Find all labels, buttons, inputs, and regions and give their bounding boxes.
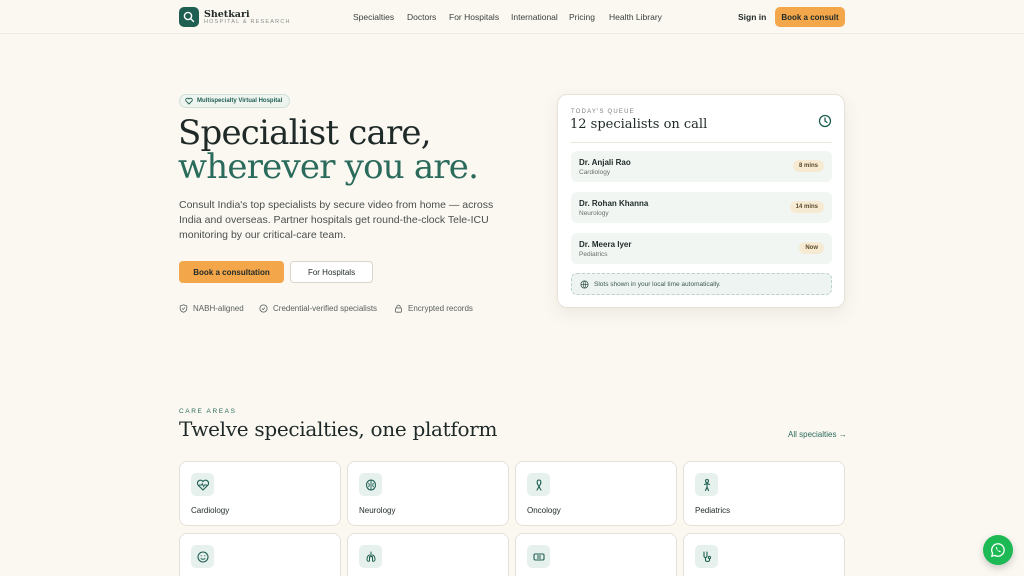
- nav-link-health-library[interactable]: Health Library: [609, 12, 662, 22]
- wait-badge: Now: [799, 242, 824, 254]
- doctor-name: Dr. Meera Iyer: [579, 240, 632, 249]
- book-consultation-button[interactable]: Book a consultation: [179, 261, 284, 283]
- doctor-specialty: Neurology: [579, 210, 609, 217]
- specialty-label: Pediatrics: [695, 506, 731, 515]
- check-circle-icon: [259, 304, 268, 313]
- lungs-icon: [359, 545, 382, 568]
- brain-icon: [359, 473, 382, 496]
- all-specialties-link[interactable]: All specialties →: [788, 430, 847, 439]
- specialty-card-7[interactable]: [515, 533, 677, 576]
- child-icon: [695, 473, 718, 496]
- whatsapp-chat-button[interactable]: [983, 535, 1013, 565]
- smile-icon: [191, 545, 214, 568]
- specialty-card-5[interactable]: [179, 533, 341, 576]
- wait-badge: 14 mins: [789, 201, 824, 213]
- book-consult-button[interactable]: Book a consult: [775, 7, 845, 27]
- doctor-specialty: Cardiology: [579, 169, 611, 176]
- doctor-name: Dr. Rohan Khanna: [579, 199, 649, 208]
- queue-divider: [570, 142, 832, 143]
- queue-note: Slots shown in your local time automatic…: [571, 273, 832, 295]
- globe-icon: [580, 280, 589, 289]
- care-title: Twelve specialties, one platform: [179, 417, 498, 441]
- heart-pulse-icon: [191, 473, 214, 496]
- logo-icon[interactable]: [179, 7, 199, 27]
- nav-link-specialties[interactable]: Specialties: [353, 12, 394, 22]
- queue-label: TODAY'S QUEUE: [571, 109, 635, 115]
- stethoscope-icon: [695, 545, 718, 568]
- nav-link-pricing[interactable]: Pricing: [569, 12, 595, 22]
- care-eyebrow: CARE AREAS: [179, 408, 237, 415]
- nav-link-doctors[interactable]: Doctors: [407, 12, 436, 22]
- specialty-card-cardiology[interactable]: Cardiology: [179, 461, 341, 526]
- bandage-icon: [527, 545, 550, 568]
- wait-badge: 8 mins: [792, 160, 824, 172]
- trust-label: Credential-verified specialists: [273, 304, 378, 313]
- brand-subtitle: HOSPITAL & RESEARCH: [204, 19, 291, 25]
- for-hospitals-button[interactable]: For Hospitals: [290, 261, 373, 283]
- lock-icon: [394, 304, 403, 313]
- hero-badge: Multispecialty Virtual Hospital: [179, 94, 291, 108]
- specialty-label: Oncology: [527, 506, 561, 515]
- specialty-card-pediatrics[interactable]: Pediatrics: [683, 461, 845, 526]
- shield-check-icon: [179, 304, 188, 313]
- heart-icon: [185, 97, 193, 105]
- specialty-card-neurology[interactable]: Neurology: [347, 461, 509, 526]
- ribbon-icon: [527, 473, 550, 496]
- nav-link-for-hospitals[interactable]: For Hospitals: [449, 12, 499, 22]
- specialty-card-oncology[interactable]: Oncology: [515, 461, 677, 526]
- trust-item-encrypted: Encrypted records: [394, 304, 473, 313]
- queue-title: 12 specialists on call: [570, 117, 708, 132]
- specialty-label: Neurology: [359, 506, 396, 515]
- queue-row[interactable]: Dr. Meera Iyer Pediatrics Now: [571, 233, 832, 264]
- queue-card: TODAY'S QUEUE 12 specialists on call Dr.…: [557, 94, 845, 308]
- hero-title-line2: wherever you are.: [178, 147, 479, 187]
- queue-row[interactable]: Dr. Anjali Rao Cardiology 8 mins: [571, 151, 832, 182]
- specialty-card-6[interactable]: [347, 533, 509, 576]
- hero-description: Consult India's top specialists by secur…: [179, 199, 494, 241]
- queue-row[interactable]: Dr. Rohan Khanna Neurology 14 mins: [571, 192, 832, 223]
- nav-link-international[interactable]: International: [511, 12, 558, 22]
- sign-in-link[interactable]: Sign in: [738, 12, 766, 22]
- clock-icon: [818, 114, 832, 128]
- queue-note-text: Slots shown in your local time automatic…: [594, 280, 721, 288]
- trust-item-credentials: Credential-verified specialists: [259, 304, 377, 313]
- trust-item-nabh: NABH-aligned: [179, 304, 244, 313]
- top-nav: Shetkari HOSPITAL & RESEARCH Specialties…: [0, 0, 1024, 34]
- specialty-card-8[interactable]: [683, 533, 845, 576]
- trust-label: Encrypted records: [408, 304, 473, 313]
- doctor-name: Dr. Anjali Rao: [579, 158, 631, 167]
- specialty-label: Cardiology: [191, 506, 230, 515]
- doctor-specialty: Pediatrics: [579, 251, 608, 258]
- hero-badge-label: Multispecialty Virtual Hospital: [197, 98, 283, 104]
- trust-label: NABH-aligned: [193, 304, 244, 313]
- whatsapp-icon: [990, 542, 1006, 558]
